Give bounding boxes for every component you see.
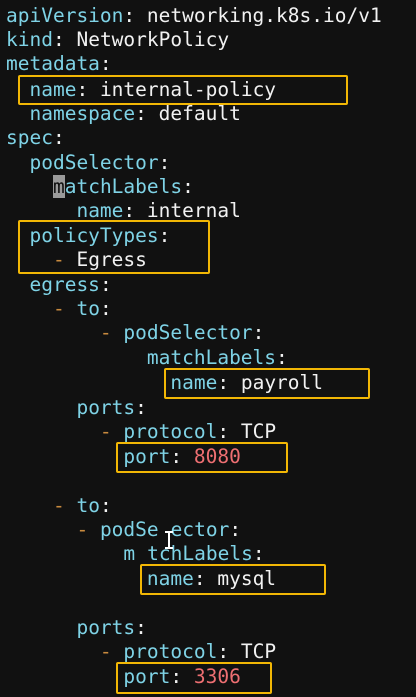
yaml-key: to [64, 494, 100, 517]
text-cursor: m [52, 175, 65, 198]
yaml-editor[interactable]: apiVersion: networking.k8s.io/v1 kind: N… [0, 0, 416, 697]
list-dash: - [52, 297, 65, 320]
yaml-key-part: ector [170, 518, 230, 541]
yaml-key: podSelector [29, 151, 159, 174]
line-matchlabels: matchLabels: [6, 175, 194, 199]
yaml-key-part: m [123, 542, 136, 565]
yaml-colon: : [99, 494, 112, 517]
yaml-value: default [146, 102, 241, 125]
line-matchlabels-2: m tchLabels: [6, 542, 265, 566]
line-podselector-2: - podSe ector: [6, 518, 241, 542]
line-protocol-2: - protocol: TCP [6, 640, 276, 664]
highlight-box-name-mysql [140, 564, 326, 595]
yaml-key: namespace [29, 102, 136, 125]
yaml-key: apiVersion [6, 4, 124, 27]
yaml-value: TCP [229, 640, 277, 663]
line-to-1: - to: [6, 297, 112, 321]
line-to-2: - to: [6, 494, 112, 518]
line-protocol-1: - protocol: TCP [6, 420, 276, 444]
yaml-colon: : [135, 396, 147, 419]
yaml-colon: : [52, 126, 65, 149]
yaml-key: metadata [6, 52, 100, 75]
yaml-key-part: podSe [88, 518, 159, 541]
highlight-box-port-3306 [116, 662, 272, 694]
yaml-colon: : [158, 151, 171, 174]
highlight-box-port-8080 [116, 442, 288, 473]
line-namespace: namespace: default [6, 102, 241, 126]
yaml-colon: : [52, 28, 65, 51]
yaml-key: protocol [111, 640, 218, 663]
list-dash: - [99, 640, 112, 663]
yaml-value: NetworkPolicy [64, 28, 230, 51]
yaml-value: networking.k8s.io/v1 [135, 4, 382, 27]
highlight-box-name-payroll [164, 368, 370, 399]
yaml-key: protocol [111, 420, 218, 443]
yaml-colon: : [217, 640, 230, 663]
yaml-colon: : [252, 542, 265, 565]
line-ports-1: ports: [6, 396, 147, 420]
line-spec: spec: [6, 126, 65, 150]
yaml-key-part: tchLabels [147, 542, 253, 565]
highlight-box-policy-types [18, 220, 210, 274]
list-dash: - [99, 420, 112, 443]
yaml-colon: : [135, 616, 147, 639]
yaml-colon: : [99, 297, 112, 320]
yaml-colon: : [252, 321, 265, 344]
line-matchlabels-1: matchLabels: [6, 346, 288, 370]
yaml-key: ports [76, 616, 136, 639]
line-metadata: metadata: [6, 52, 112, 76]
yaml-colon: : [182, 175, 194, 198]
yaml-key: spec [6, 126, 53, 149]
yaml-colon: : [276, 346, 288, 369]
list-dash: - [76, 518, 89, 541]
line-kind: kind: NetworkPolicy [6, 28, 229, 52]
line-podselector: podSelector: [6, 151, 170, 175]
yaml-key: name [76, 199, 124, 222]
line-ports-2: ports: [6, 616, 147, 640]
yaml-colon: : [135, 102, 147, 125]
yaml-key: podSelector [111, 321, 253, 344]
yaml-key: to [64, 297, 100, 320]
mouse-ibeam-icon [165, 531, 173, 549]
yaml-key: kind [6, 28, 53, 51]
yaml-colon: : [123, 4, 136, 27]
yaml-colon: : [99, 52, 112, 75]
list-dash: - [99, 321, 112, 344]
yaml-colon: : [123, 199, 136, 222]
yaml-value: internal [135, 199, 241, 222]
yaml-key: atchLabels [64, 175, 183, 198]
yaml-key: matchLabels [146, 346, 277, 369]
yaml-key: egress [29, 273, 100, 296]
yaml-colon: : [217, 420, 230, 443]
line-podselector-1: - podSelector: [6, 321, 264, 345]
yaml-colon: : [229, 518, 242, 541]
line-egress: egress: [6, 273, 112, 297]
list-dash: - [52, 494, 65, 517]
yaml-key: ports [76, 396, 136, 419]
highlight-box-policy-name [18, 75, 348, 105]
yaml-value: TCP [229, 420, 277, 443]
line-apiversion: apiVersion: networking.k8s.io/v1 [6, 4, 382, 28]
yaml-colon: : [99, 273, 112, 296]
